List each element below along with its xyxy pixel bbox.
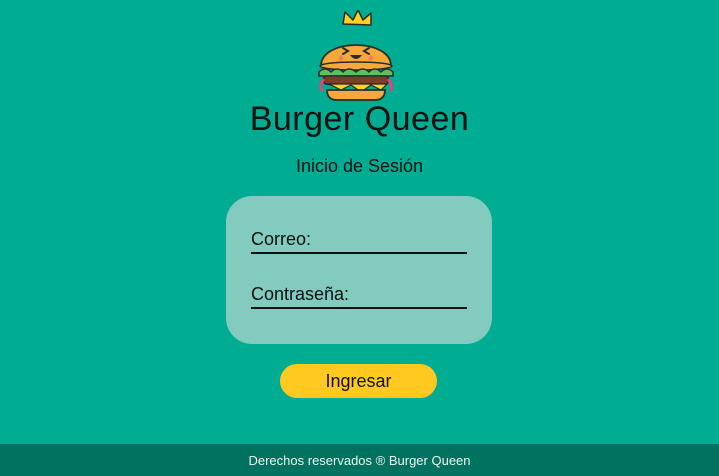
password-field-group: Contraseña: [251,277,467,309]
footer-copyright: Derechos reservados ® Burger Queen [248,452,471,468]
email-field-group: Correo: [251,222,467,254]
crowned-burger-icon [318,10,394,101]
brand-title: Burger Queen [249,100,470,138]
footer: Derechos reservados ® Burger Queen [0,444,719,476]
email-input[interactable] [251,222,467,252]
login-form-card: Correo: Contraseña: [226,196,492,344]
login-button[interactable]: Ingresar [280,364,437,398]
login-heading: Inicio de Sesión [295,156,424,176]
password-input[interactable] [251,277,467,307]
